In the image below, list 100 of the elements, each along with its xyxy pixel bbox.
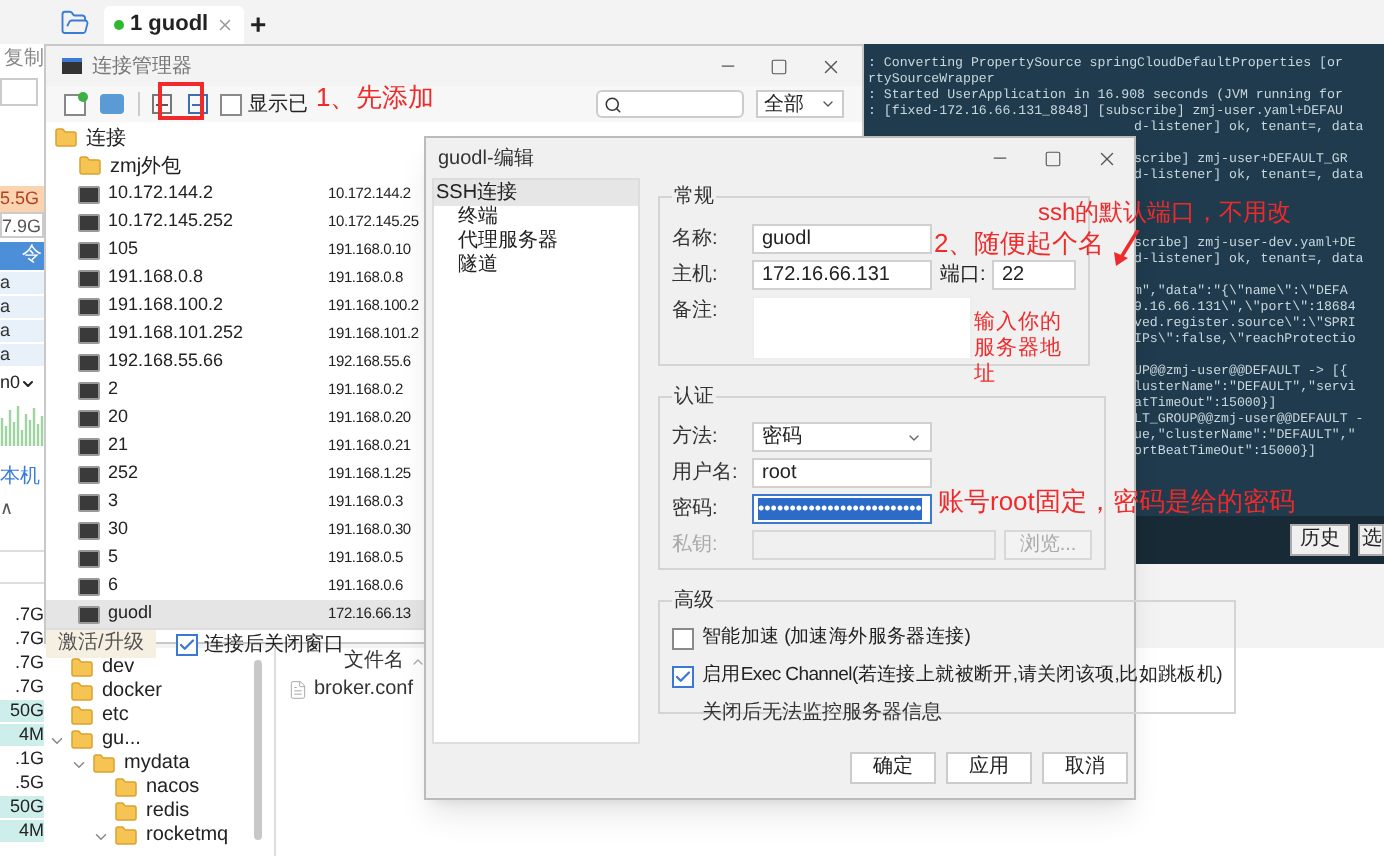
size-cell: 4M bbox=[0, 724, 44, 746]
connection-name: zmj外包 bbox=[110, 153, 182, 180]
nav-item[interactable]: SSH连接 bbox=[434, 180, 638, 206]
method-select[interactable]: 密码 bbox=[752, 422, 932, 452]
size-cell-text: .7G bbox=[12, 652, 44, 674]
folder-icon[interactable] bbox=[60, 8, 90, 38]
group-title: 常规 bbox=[672, 183, 716, 212]
maximize-icon[interactable] bbox=[770, 57, 788, 75]
connection-name: 30 bbox=[108, 516, 129, 543]
folder-name[interactable]: mydata bbox=[124, 752, 190, 776]
nav-item[interactable]: 隧道 bbox=[434, 254, 638, 278]
session-tab[interactable]: 1 guodl bbox=[104, 6, 244, 44]
checkbox[interactable] bbox=[672, 665, 694, 688]
folder-name[interactable]: dev bbox=[102, 656, 135, 680]
annotation-text: 1、先添加 bbox=[316, 82, 435, 114]
folder-name[interactable]: nacos bbox=[146, 776, 200, 800]
name-field[interactable]: guodl bbox=[752, 224, 932, 254]
connection-row[interactable]: zmj外包 bbox=[46, 152, 424, 180]
size-cell: 4M bbox=[0, 820, 44, 842]
connection-name: 5 bbox=[108, 544, 119, 571]
checkbox[interactable] bbox=[175, 633, 198, 655]
folder-icon bbox=[70, 680, 94, 704]
upgrade-tab[interactable]: 激活/升级 bbox=[46, 630, 156, 658]
new-connection-icon[interactable] bbox=[64, 93, 86, 115]
connection-name: 191.168.101.252 bbox=[108, 320, 244, 347]
folder-icon bbox=[114, 800, 138, 824]
interface-label[interactable]: n0 bbox=[0, 372, 21, 394]
sort-mark[interactable]: ∧ bbox=[0, 498, 44, 520]
terminal-icon bbox=[78, 213, 100, 231]
nav-item[interactable]: 代理服务器 bbox=[434, 230, 638, 254]
toggle-label[interactable]: 显示已 bbox=[248, 89, 308, 119]
nav-item[interactable]: 终端 bbox=[434, 206, 638, 230]
folder-name[interactable]: redis bbox=[146, 800, 190, 824]
terminal-icon bbox=[78, 409, 100, 427]
disk-size: 7.9G bbox=[0, 212, 44, 238]
collapse-icon[interactable] bbox=[152, 94, 172, 114]
connection-name: 21 bbox=[108, 432, 129, 459]
list-row[interactable]: a bbox=[0, 272, 44, 294]
connection-name: 3 bbox=[108, 488, 119, 515]
dialog-button[interactable]: 应用 bbox=[946, 752, 1032, 784]
list-row[interactable]: a bbox=[0, 344, 44, 366]
folder-name[interactable]: etc bbox=[102, 704, 129, 728]
checkbox[interactable] bbox=[672, 627, 694, 650]
close-icon[interactable] bbox=[1096, 147, 1118, 169]
password-field[interactable]: •••••••••••••••••••••••••• bbox=[752, 494, 932, 524]
maximize-icon[interactable] bbox=[1044, 149, 1062, 167]
connection-row[interactable]: 连接 bbox=[46, 124, 424, 152]
copy-label[interactable]: 复制 bbox=[0, 48, 44, 72]
filter-select[interactable]: 全部 bbox=[756, 90, 844, 118]
terminal-icon bbox=[78, 437, 100, 455]
username-field[interactable]: root bbox=[752, 458, 932, 488]
file-name[interactable]: broker.conf bbox=[314, 678, 413, 702]
terminal-icon bbox=[78, 577, 100, 595]
window-icon bbox=[62, 58, 82, 74]
size-cell-text: .7G bbox=[12, 604, 44, 626]
caret-icon bbox=[820, 96, 836, 112]
port-field[interactable]: 22 bbox=[992, 260, 1076, 290]
size-cell-text: .5G bbox=[12, 772, 44, 794]
caret-icon[interactable] bbox=[20, 375, 37, 391]
list-row[interactable]: a bbox=[0, 320, 44, 342]
size-cell-text: .7G bbox=[12, 676, 44, 698]
field-label: 密码: bbox=[672, 495, 720, 524]
local-label[interactable]: 本机 bbox=[0, 466, 44, 490]
dialog-button[interactable]: 取消 bbox=[1042, 752, 1128, 784]
terminal-icon bbox=[78, 381, 100, 399]
new-tab-button[interactable]: + bbox=[250, 8, 267, 40]
checkbox[interactable] bbox=[220, 93, 242, 115]
option-label[interactable]: 智能加速 (加速海外服务器连接) bbox=[702, 624, 971, 653]
column-header[interactable]: 文件名 bbox=[344, 650, 404, 674]
folder-icon bbox=[70, 704, 94, 728]
close-icon[interactable] bbox=[216, 16, 234, 34]
terminal-icon bbox=[78, 241, 100, 259]
terminal-button[interactable]: 历史 bbox=[1290, 524, 1350, 556]
search-field[interactable] bbox=[596, 90, 744, 118]
group-title: 高级 bbox=[672, 587, 716, 616]
folder-icon bbox=[78, 154, 102, 178]
connection-name: 105 bbox=[108, 236, 139, 263]
terminal-button[interactable]: 选 bbox=[1358, 524, 1384, 556]
annotation-text: 2、随便起个名 bbox=[934, 230, 1105, 258]
dialog-button[interactable]: 确定 bbox=[850, 752, 936, 784]
folder-name[interactable]: rocketmq bbox=[146, 824, 229, 848]
terminal-icon bbox=[78, 605, 100, 623]
connection-name: 191.168.100.2 bbox=[108, 292, 224, 319]
folder-icon bbox=[114, 824, 138, 848]
input-fragment[interactable] bbox=[0, 78, 38, 106]
folder-name[interactable]: docker bbox=[102, 680, 163, 704]
field-label: 用户名: bbox=[672, 459, 740, 488]
sort-icon[interactable] bbox=[410, 654, 426, 670]
checkbox-label[interactable]: 连接后关闭窗口 bbox=[203, 629, 344, 659]
scrollbar[interactable] bbox=[254, 660, 262, 840]
host-field[interactable]: 172.16.66.131 bbox=[752, 260, 932, 290]
option-note: 关闭后无法监控服务器信息 bbox=[700, 699, 944, 727]
size-cell-text: .7G bbox=[12, 628, 44, 650]
disk-size: 5.5G bbox=[0, 186, 44, 212]
terminal-icon bbox=[78, 493, 100, 511]
close-icon[interactable] bbox=[820, 55, 842, 77]
option-label[interactable]: 启用Exec Channel(若连接上就被断开,请关闭该项,比如跳板机) bbox=[702, 662, 1222, 691]
list-row[interactable]: a bbox=[0, 296, 44, 318]
folder-name[interactable]: gu... bbox=[102, 728, 141, 752]
field-label: 主机: bbox=[672, 261, 720, 290]
